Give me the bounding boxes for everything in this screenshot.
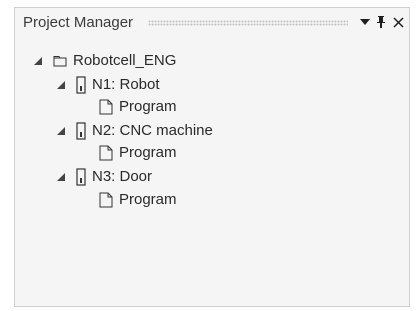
- tree-node-n2[interactable]: N2: CNC machine: [55, 120, 213, 142]
- device-icon: [76, 122, 86, 140]
- tree-leaf-program[interactable]: Program: [99, 142, 177, 164]
- document-icon: [99, 145, 113, 161]
- tree-node-label: N2: CNC machine: [92, 122, 213, 139]
- tree-node-n1[interactable]: N1: Robot: [55, 74, 160, 96]
- project-manager-panel: Project Manager Robotcell_ENG N1: Robot …: [14, 7, 410, 307]
- expand-arrow-icon[interactable]: [55, 171, 67, 183]
- tree-root-label: Robotcell_ENG: [73, 52, 177, 69]
- device-icon: [76, 168, 86, 186]
- project-tree: Robotcell_ENG N1: Robot Program N2: CNC: [15, 8, 409, 306]
- tree-node-label: N1: Robot: [92, 76, 160, 93]
- tree-root[interactable]: Robotcell_ENG: [32, 50, 176, 72]
- document-icon: [99, 192, 113, 208]
- expand-arrow-icon[interactable]: [55, 125, 67, 137]
- tree-leaf-label: Program: [119, 98, 177, 115]
- device-icon: [76, 76, 86, 94]
- tree-leaf-label: Program: [119, 144, 177, 161]
- folder-icon: [53, 56, 67, 67]
- document-icon: [99, 99, 113, 115]
- tree-leaf-program[interactable]: Program: [99, 96, 177, 118]
- expand-arrow-icon[interactable]: [32, 55, 44, 67]
- tree-node-label: N3: Door: [92, 168, 153, 185]
- expand-arrow-icon[interactable]: [55, 79, 67, 91]
- tree-leaf-program[interactable]: Program: [99, 189, 177, 211]
- tree-node-n3[interactable]: N3: Door: [55, 166, 152, 188]
- tree-leaf-label: Program: [119, 191, 177, 208]
